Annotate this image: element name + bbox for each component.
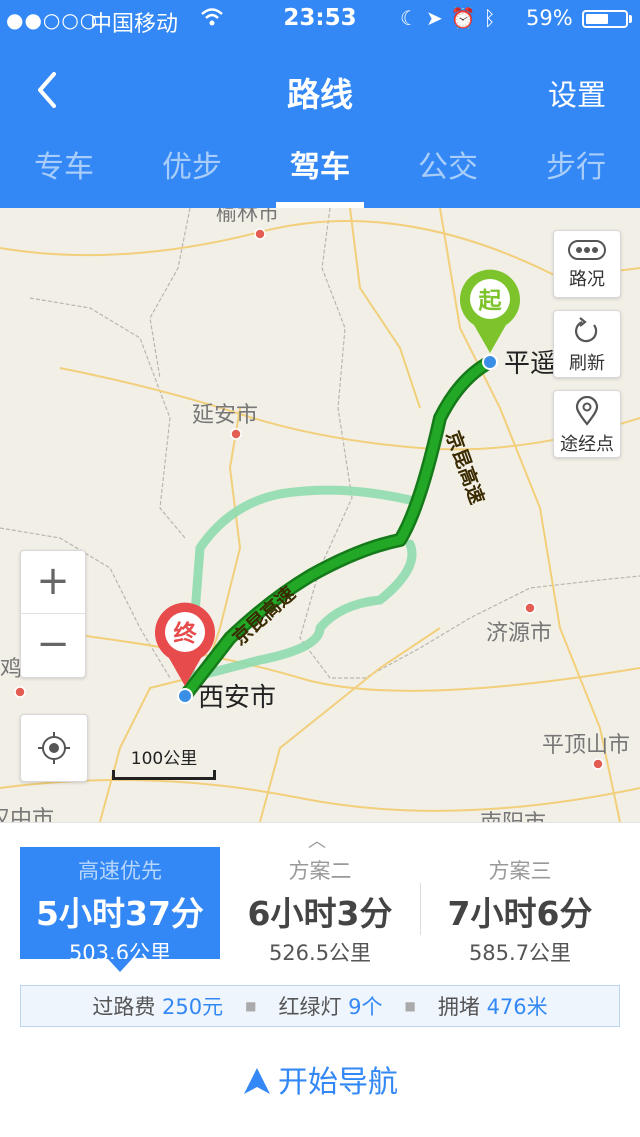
scale-label: 100公里 (130, 749, 198, 769)
tab-bus[interactable]: 公交 (384, 140, 512, 208)
route-option-name: 方案二 (288, 859, 352, 883)
route-panel: ︿ 高速优先 5小时37分 503.6公里 方案二 6小时3分 526.5公里 … (0, 822, 640, 1137)
start-pin: 起 (460, 269, 520, 353)
toll-value: 250元 (162, 995, 224, 1019)
city-label-hanzhong: 汉中市 (0, 807, 54, 822)
location-pin-icon (575, 395, 599, 426)
scale-bar: 100公里 (112, 744, 216, 780)
zoom-control: + − (20, 550, 86, 678)
traffic-icon (568, 240, 606, 260)
plus-icon: + (36, 558, 70, 604)
route-option-time: 5小时37分 (36, 894, 204, 933)
route-option-1[interactable]: 高速优先 5小时37分 503.6公里 (20, 847, 220, 972)
roads (0, 208, 640, 822)
battery-percent: 59% (526, 6, 573, 30)
zoom-out-button[interactable]: − (21, 614, 85, 676)
route-option-name: 方案三 (488, 859, 552, 883)
end-label: 西安市 (198, 683, 276, 713)
congestion-label: 拥堵 (437, 995, 480, 1019)
route-option-time: 7小时6分 (447, 894, 593, 933)
navigation-arrow-icon (244, 1068, 270, 1094)
start-point (482, 354, 498, 370)
end-marker-text: 终 (174, 620, 198, 647)
start-marker-text: 起 (479, 288, 503, 314)
toll-label: 过路费 (92, 995, 156, 1019)
city-label-yulin: 榆林市 (216, 208, 279, 225)
traffic-lights-label: 红绿灯 (278, 995, 342, 1019)
waypoint-label: 途经点 (560, 434, 614, 455)
city-label-jiyuan: 济源市 (486, 621, 552, 646)
end-point (177, 688, 193, 704)
moon-icon: ☾ (400, 6, 426, 30)
tab-drive[interactable]: 驾车 (256, 140, 384, 208)
city-label-yanan: 延安市 (192, 403, 258, 428)
map-canvas: 起 终 榆林市 延安市 济源市 平顶山市 宝鸡市 南阳市 汉中市 平遥古城 西安… (0, 208, 640, 822)
tab-uber[interactable]: 优步 (128, 140, 256, 208)
status-bar: ●●○○○ 中国移动 23:53 ☾➤⏰ᛒ 59% (0, 0, 640, 40)
highway-label-2: 京昆高速 (441, 428, 489, 507)
route-option-3[interactable]: 方案三 7小时6分 585.7公里 (420, 847, 620, 965)
transport-tabs: 专车 优步 驾车 公交 步行 (0, 140, 640, 208)
alarm-icon: ⏰ (450, 6, 484, 30)
congestion-value: 476米 (486, 995, 548, 1019)
route-option-distance: 526.5公里 (268, 941, 372, 965)
settings-button[interactable]: 设置 (548, 72, 606, 114)
traffic-button[interactable]: 路况 (553, 230, 621, 298)
traffic-lights-value: 9个 (348, 995, 383, 1019)
refresh-label: 刷新 (569, 353, 605, 374)
route-option-name: 高速优先 (78, 859, 162, 883)
nav-bar: 路线 设置 (0, 40, 640, 140)
route-option-time: 6小时3分 (247, 894, 393, 933)
battery-icon (582, 10, 628, 28)
refresh-icon (575, 317, 598, 343)
waypoint-button[interactable]: 途经点 (553, 390, 621, 458)
start-navigation-label: 开始导航 (278, 1065, 398, 1100)
traffic-label: 路况 (569, 269, 605, 290)
route-info-bar: 过路费 250元 ■ 红绿灯 9个 ■ 拥堵 476米 (20, 985, 620, 1027)
crosshair-icon (38, 732, 70, 764)
minus-icon: − (36, 621, 70, 667)
start-navigation-button[interactable]: 开始导航 (0, 1057, 640, 1101)
map-view[interactable]: 起 终 榆林市 延安市 济源市 平顶山市 宝鸡市 南阳市 汉中市 平遥古城 西安… (0, 208, 640, 822)
page-title: 路线 (287, 75, 353, 114)
province-borders (0, 208, 640, 679)
highway-label-1: 京昆高速 (228, 582, 300, 650)
city-label-pingdingshan: 平顶山市 (542, 733, 630, 758)
bluetooth-icon: ᛒ (483, 6, 504, 30)
location-arrow-icon: ➤ (425, 6, 451, 30)
locate-button[interactable] (20, 714, 88, 782)
tab-zhuanche[interactable]: 专车 (0, 140, 128, 208)
route-option-distance: 585.7公里 (468, 941, 572, 965)
refresh-button[interactable]: 刷新 (553, 310, 621, 378)
zoom-in-button[interactable]: + (21, 551, 85, 614)
route-option-2[interactable]: 方案二 6小时3分 526.5公里 (220, 847, 420, 965)
tab-walk[interactable]: 步行 (512, 140, 640, 208)
city-label-nanyang: 南阳市 (480, 811, 546, 822)
